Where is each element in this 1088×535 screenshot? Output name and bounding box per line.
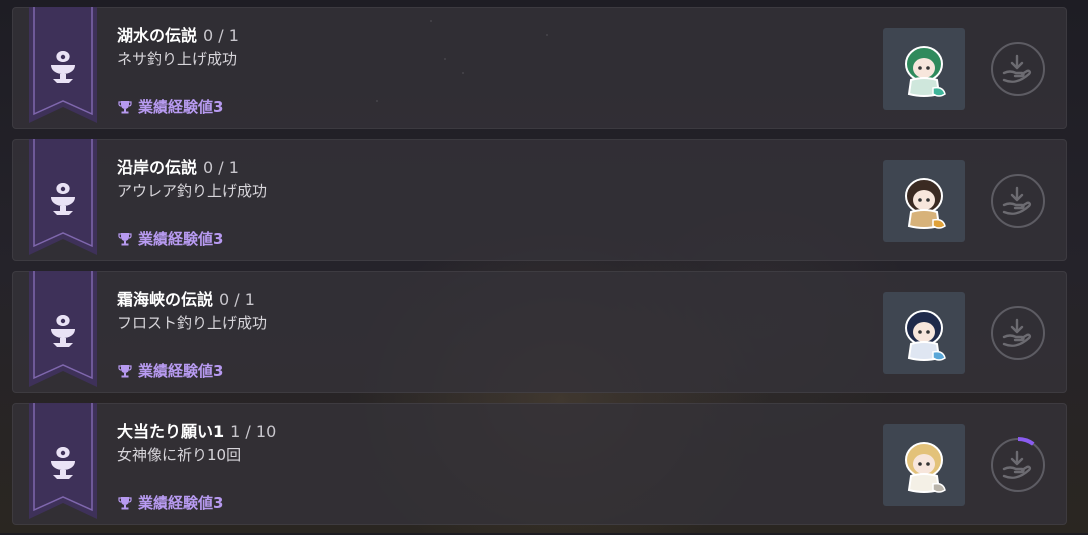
- achievement-title: 沿岸の伝説 0 / 1: [117, 154, 239, 178]
- achievement-progress: 1 / 10: [230, 422, 277, 441]
- achievement-reward: 業績経験値3: [117, 492, 223, 513]
- character-portrait: [883, 292, 965, 374]
- character-portrait: [883, 160, 965, 242]
- achievement-name: 沿岸の伝説: [117, 158, 198, 177]
- achievement-card: 湖水の伝説 0 / 1 ネサ釣り上げ成功 業績経験値3: [12, 7, 1067, 129]
- trophy-icon: [118, 496, 132, 509]
- achievement-reward: 業績経験値3: [117, 228, 223, 249]
- trophy-icon: [118, 100, 132, 113]
- achievement-title: 湖水の伝説 0 / 1: [117, 22, 239, 46]
- claim-reward-button[interactable]: [989, 40, 1047, 98]
- achievement-banner: [29, 7, 97, 123]
- achievement-name: 大当たり願い1: [117, 422, 225, 441]
- achievement-banner: [29, 271, 97, 387]
- hand-receive-icon: [1002, 186, 1032, 215]
- achievement-name: 湖水の伝説: [117, 26, 198, 45]
- achievement-description: アウレア釣り上げ成功: [117, 182, 268, 200]
- dark-haired-chibi-character: [905, 178, 946, 229]
- hand-receive-icon: [1002, 54, 1032, 83]
- claim-reward-button[interactable]: [989, 172, 1047, 230]
- achievement-description: フロスト釣り上げ成功: [117, 314, 268, 332]
- achievement-title: 大当たり願い1 1 / 10: [117, 418, 276, 442]
- achievement-name: 霜海峡の伝説: [117, 290, 214, 309]
- reward-label: 業績経験値3: [138, 494, 224, 512]
- character-portrait: [883, 28, 965, 110]
- achievement-banner: [29, 139, 97, 255]
- achievement-description: ネサ釣り上げ成功: [117, 50, 238, 68]
- achievement-reward: 業績経験値3: [117, 360, 223, 381]
- achievement-card: 霜海峡の伝説 0 / 1 フロスト釣り上げ成功 業績経験値3: [12, 271, 1067, 393]
- achievement-card: 沿岸の伝説 0 / 1 アウレア釣り上げ成功 業績経験値3: [12, 139, 1067, 261]
- claim-reward-button[interactable]: [989, 304, 1047, 362]
- reward-label: 業績経験値3: [138, 362, 224, 380]
- achievement-progress: 0 / 1: [219, 290, 255, 309]
- achievement-reward: 業績経験値3: [117, 96, 223, 117]
- claim-reward-button[interactable]: [989, 436, 1047, 494]
- hand-receive-icon: [1002, 450, 1032, 479]
- green-haired-chibi-character: [905, 46, 946, 97]
- hand-receive-icon: [1002, 318, 1032, 347]
- trophy-icon: [118, 232, 132, 245]
- navy-haired-chibi-character: [905, 310, 946, 361]
- achievement-progress: 0 / 1: [203, 158, 239, 177]
- achievement-list: 湖水の伝説 0 / 1 ネサ釣り上げ成功 業績経験値3 沿岸の伝説 0 / 1 …: [12, 7, 1067, 535]
- achievement-description: 女神像に祈り10回: [117, 446, 242, 464]
- achievement-card: 大当たり願い1 1 / 10 女神像に祈り10回 業績経験値3: [12, 403, 1067, 525]
- achievement-title: 霜海峡の伝説 0 / 1: [117, 286, 255, 310]
- reward-label: 業績経験値3: [138, 98, 224, 116]
- trophy-icon: [118, 364, 132, 377]
- achievement-progress: 0 / 1: [203, 26, 239, 45]
- character-portrait: [883, 424, 965, 506]
- reward-label: 業績経験値3: [138, 230, 224, 248]
- achievement-banner: [29, 403, 97, 519]
- blonde-haired-chibi-character: [905, 442, 946, 493]
